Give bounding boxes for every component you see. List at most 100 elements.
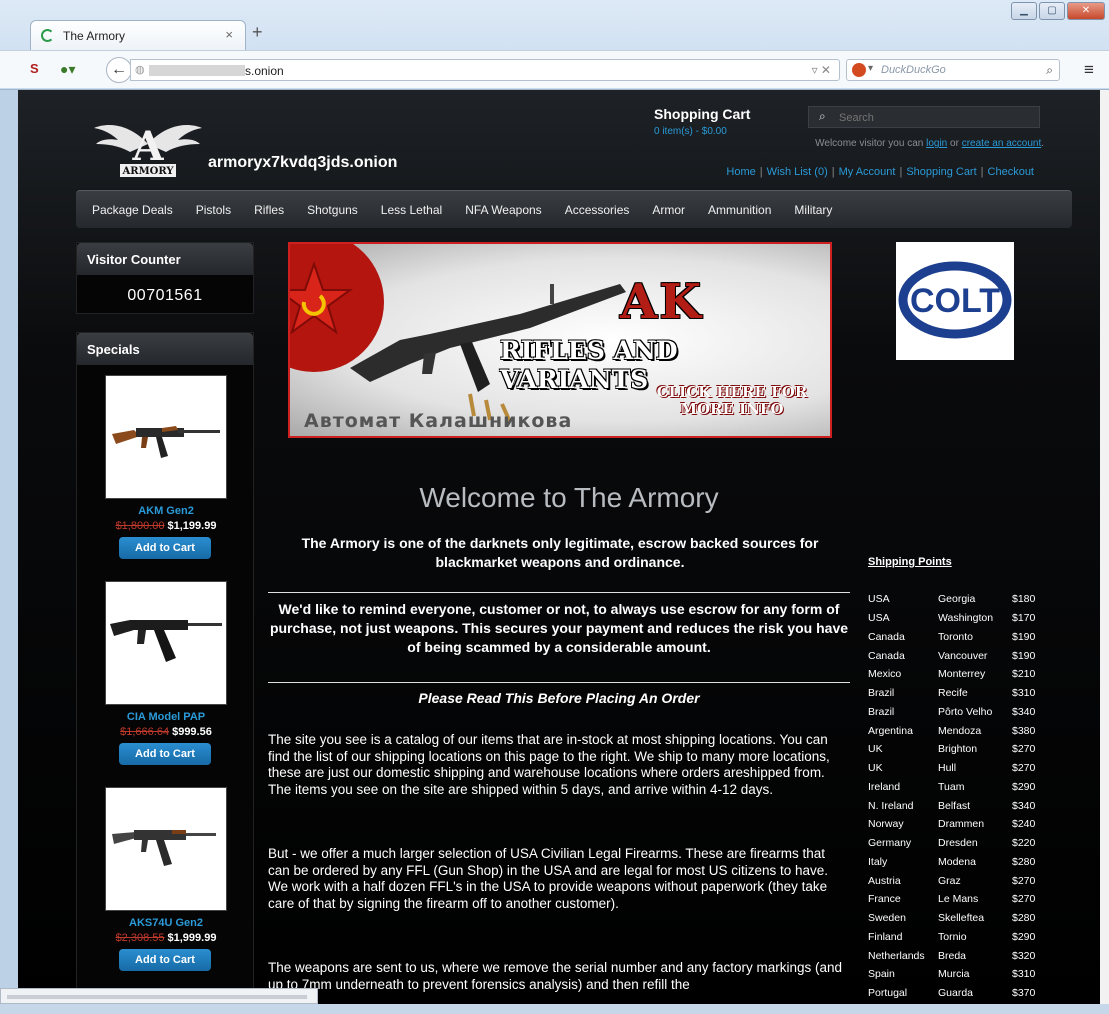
banner-title: AK xyxy=(620,274,703,330)
url-redacted xyxy=(149,65,245,76)
shipping-cost: $190 xyxy=(1012,649,1036,662)
shipping-country: Spain xyxy=(868,968,895,981)
shipping-city: Tuam xyxy=(938,780,965,793)
shopping-cart-link[interactable]: Shopping Cart xyxy=(906,166,976,178)
browser-search-bar[interactable]: ▾ DuckDuckGo ⌕ xyxy=(846,59,1060,81)
shipping-points-heading[interactable]: Shipping Points xyxy=(868,556,952,568)
shipping-cost: $210 xyxy=(1012,668,1036,681)
category-military[interactable]: Military xyxy=(794,203,832,217)
shipping-cost: $290 xyxy=(1012,930,1036,943)
shipping-cost: $280 xyxy=(1012,855,1036,868)
category-ammunition[interactable]: Ammunition xyxy=(708,203,771,217)
new-tab-button[interactable]: + xyxy=(252,22,263,43)
category-less-lethal[interactable]: Less Lethal xyxy=(381,203,442,217)
tab-title: The Armory xyxy=(63,29,126,43)
product-name[interactable]: AKM Gen2 xyxy=(77,505,255,517)
product-name[interactable]: AKS74U Gen2 xyxy=(77,917,255,929)
colt-logo-text: COLT xyxy=(910,282,1000,320)
shipping-cost: $290 xyxy=(1012,780,1036,793)
cart-count[interactable]: 0 item(s) - $0.00 xyxy=(654,126,727,137)
add-to-cart-button[interactable]: Add to Cart xyxy=(119,537,211,559)
category-shotguns[interactable]: Shotguns xyxy=(307,203,358,217)
product-image[interactable] xyxy=(105,787,227,911)
url-bar[interactable]: ◍ s.onion ▿ ✕ xyxy=(130,59,840,81)
my-account-link[interactable]: My Account xyxy=(839,166,896,178)
shipping-row: USA Georgia $180 xyxy=(868,590,1048,609)
shipping-city: Dresden xyxy=(938,837,978,850)
welcome-title: Welcome to The Armory xyxy=(419,482,719,513)
shipping-row: Norway Drammen $240 xyxy=(868,815,1048,834)
colt-ad[interactable]: COLT xyxy=(896,242,1014,360)
banner-cta[interactable]: CLICK HERE FOR MORE INFO xyxy=(642,384,822,418)
shipping-city: Murcia xyxy=(938,968,970,981)
shipping-city: Recife xyxy=(938,687,968,700)
category-rifles[interactable]: Rifles xyxy=(254,203,284,217)
minimize-button[interactable]: ▁ xyxy=(1011,2,1037,20)
site-search[interactable]: ⌕ xyxy=(808,106,1040,128)
shipping-country: Argentina xyxy=(868,724,913,737)
divider xyxy=(268,592,850,593)
maximize-button[interactable]: ▢ xyxy=(1039,2,1065,20)
duckduckgo-icon[interactable] xyxy=(852,63,866,77)
login-link[interactable]: login xyxy=(926,138,947,149)
scrollbar[interactable] xyxy=(1100,90,1109,1004)
shipping-city: Pôrto Velho xyxy=(938,705,993,718)
product-image[interactable] xyxy=(105,581,227,705)
product-image[interactable] xyxy=(105,375,227,499)
category-accessories[interactable]: Accessories xyxy=(565,203,630,217)
shipping-country: Ireland xyxy=(868,780,901,793)
hamburger-menu-icon[interactable]: ≡ xyxy=(1084,60,1094,80)
welcome-suffix: . xyxy=(1041,138,1044,149)
shipping-city: Graz xyxy=(938,874,961,887)
sale-price: $999.56 xyxy=(172,726,212,738)
home-link[interactable]: Home xyxy=(726,166,755,178)
shipping-row: USA Washington $170 xyxy=(868,609,1048,628)
shipping-city: Brighton xyxy=(938,743,978,756)
paragraph: But - we offer a much larger selection o… xyxy=(268,846,829,911)
window-close-button[interactable]: ✕ xyxy=(1067,2,1105,20)
top-links: Home | Wish List (0) | My Account | Shopping C… xyxy=(726,166,1034,178)
chevron-down-icon[interactable]: ▾ xyxy=(868,63,873,74)
search-icon[interactable]: ⌕ xyxy=(1046,63,1053,78)
category-pistols[interactable]: Pistols xyxy=(196,203,231,217)
shipping-cost: $270 xyxy=(1012,762,1036,775)
shipping-row: Ireland Tuam $290 xyxy=(868,778,1048,797)
product-name[interactable]: CIA Model PAP xyxy=(77,711,255,723)
banner-russian-caption: Автомат Калашникова xyxy=(304,410,573,432)
search-icon[interactable]: ⌕ xyxy=(819,109,826,124)
shipping-country: Canada xyxy=(868,630,905,643)
shipping-row: Sweden Skelleftea $280 xyxy=(868,909,1048,928)
wish-list-link[interactable]: Wish List (0) xyxy=(767,166,828,178)
escrow-reminder: We'd like to remind everyone, customer o… xyxy=(269,601,849,655)
add-to-cart-button[interactable]: Add to Cart xyxy=(119,743,211,765)
search-engine-placeholder: DuckDuckGo xyxy=(881,64,946,76)
cart-title[interactable]: Shopping Cart xyxy=(654,106,750,122)
browser-tab[interactable]: The Armory × xyxy=(30,20,246,50)
category-nfa-weapons[interactable]: NFA Weapons xyxy=(465,203,542,217)
noscript-extension-icon[interactable]: ●▾ xyxy=(60,61,75,78)
specials-box: Specials AKM Gen2 $1,800.00 $1,199.99 Add… xyxy=(76,332,254,1004)
paragraph: The weapons are sent to us, where we rem… xyxy=(268,960,843,992)
url-controls[interactable]: ▿ ✕ xyxy=(812,63,831,77)
category-armor[interactable]: Armor xyxy=(652,203,685,217)
tab-close-button[interactable]: × xyxy=(225,27,233,42)
shipping-city: Guarda xyxy=(938,987,974,1000)
add-to-cart-button[interactable]: Add to Cart xyxy=(119,949,211,971)
search-input[interactable] xyxy=(839,110,1029,125)
ak-promo-banner[interactable]: AK RIFLES AND VARIANTS CLICK HERE FOR MO… xyxy=(288,242,832,438)
shipping-city: Breda xyxy=(938,949,967,962)
stylish-extension-icon[interactable]: S xyxy=(30,61,39,76)
shipping-row: Spain Murcia $310 xyxy=(868,965,1048,984)
checkout-link[interactable]: Checkout xyxy=(988,166,1034,178)
shipping-row: N. Ireland Belfast $340 xyxy=(868,796,1048,815)
shipping-country: N. Ireland xyxy=(868,799,914,812)
shipping-city: Toronto xyxy=(938,630,974,643)
category-package-deals[interactable]: Package Deals xyxy=(92,203,173,217)
site-logo[interactable]: A ARMORY xyxy=(90,114,206,180)
shipping-country: Canada xyxy=(868,649,905,662)
shipping-country: Portugal xyxy=(868,987,908,1000)
shipping-row: Portugal Guarda $370 xyxy=(868,984,1048,1003)
back-button[interactable]: ← xyxy=(106,57,132,83)
shipping-country: UK xyxy=(868,762,883,775)
create-account-link[interactable]: create an account xyxy=(962,138,1042,149)
